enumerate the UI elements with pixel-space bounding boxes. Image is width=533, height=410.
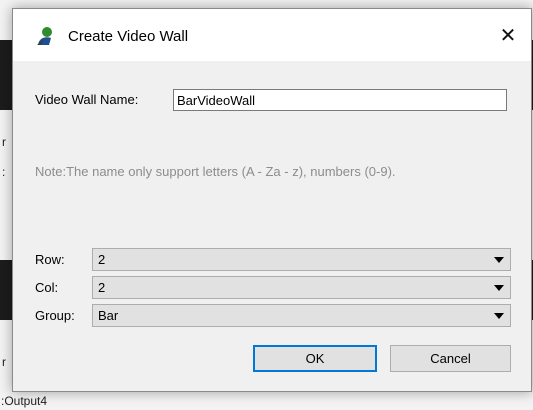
group-label: Group: (35, 308, 75, 323)
group-select[interactable]: Bar (92, 304, 511, 327)
cancel-button[interactable]: Cancel (390, 345, 511, 372)
background-edge-text: r (2, 135, 6, 149)
background-video-tile (0, 40, 12, 110)
background-edge-text: : (2, 165, 6, 179)
dialog-titlebar: Create Video Wall ✕ (13, 9, 531, 61)
chevron-down-icon (494, 313, 504, 319)
chevron-down-icon (494, 257, 504, 263)
close-icon: ✕ (499, 24, 517, 47)
video-wall-name-input[interactable] (173, 89, 507, 111)
col-select[interactable]: 2 (92, 276, 511, 299)
row-select-value: 2 (98, 252, 106, 267)
group-select-value: Bar (98, 308, 119, 323)
ok-button[interactable]: OK (253, 345, 377, 372)
close-button[interactable]: ✕ (485, 9, 531, 61)
col-select-value: 2 (98, 280, 106, 295)
background-output-label: :Output4 (1, 394, 48, 408)
background-video-tile (0, 260, 12, 320)
chevron-down-icon (494, 285, 504, 291)
name-rules-note: Note:The name only support letters (A - … (35, 164, 396, 179)
video-wall-name-label: Video Wall Name: (35, 92, 139, 107)
row-label: Row: (35, 252, 65, 267)
col-label: Col: (35, 280, 59, 295)
person-icon (35, 26, 55, 46)
row-select[interactable]: 2 (92, 248, 511, 271)
dialog-title: Create Video Wall (68, 28, 189, 45)
create-video-wall-dialog: Create Video Wall ✕ Video Wall Name: Not… (12, 8, 532, 392)
background-edge-text: r (2, 355, 6, 369)
